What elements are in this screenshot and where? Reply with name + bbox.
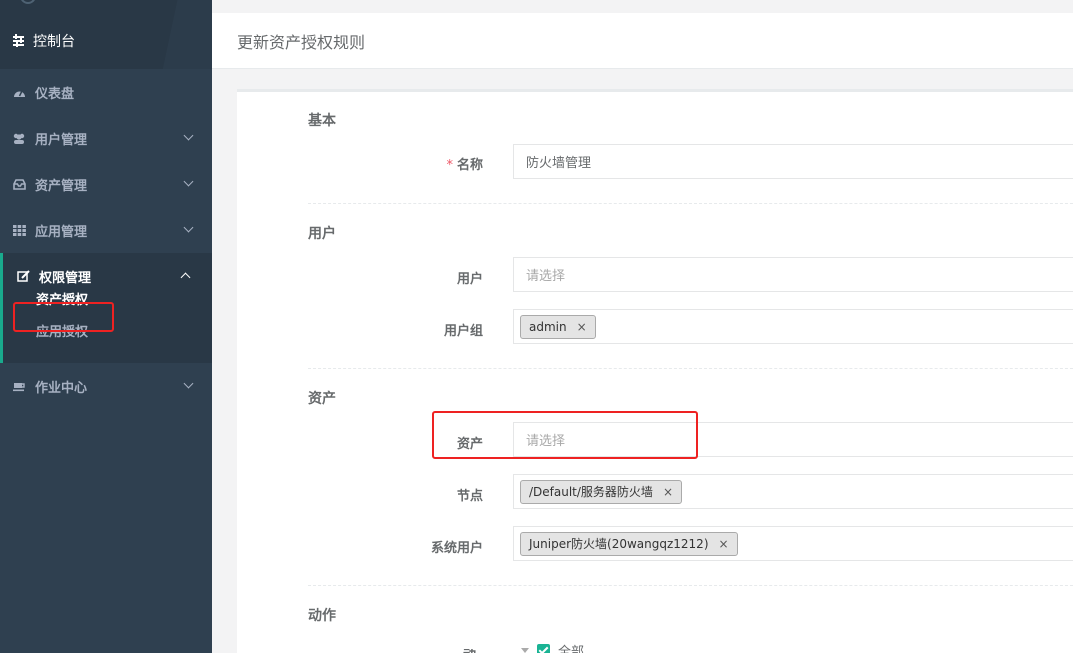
caret-down-icon[interactable] [521,648,529,653]
checkbox-all[interactable] [537,644,550,653]
assets-label: 资产 [456,437,483,452]
sidebar-item-assets[interactable]: 资产管理 [0,161,212,207]
actions-tree: 全部 [521,641,584,653]
section-divider [308,368,1073,369]
section-divider [308,203,1073,204]
name-input[interactable]: 防火墙管理 [513,144,1073,179]
tag-remove-icon[interactable]: × [577,320,587,334]
users-icon [12,132,26,144]
section-title-basic: 基本 [308,113,336,129]
sidebar-item-jobs[interactable]: 作业中心 [0,363,212,409]
chevron-down-icon [183,222,194,233]
actions-label: 动作 [463,649,483,653]
sidebar-subitem-app-permission[interactable]: 应用授权 [3,321,212,345]
section-divider [308,585,1073,586]
sidebar-submenu: 资产授权 应用授权 [3,289,212,363]
chevron-down-icon [183,378,194,389]
edit-icon [16,270,30,282]
sidebar-item-dashboard[interactable]: 仪表盘 [0,69,212,115]
sidebar-item-label: 用户管理 [35,132,88,148]
coffee-icon [12,380,26,392]
user-groups-label: 用户组 [443,324,483,339]
selected-tag: /Default/服务器防火墙 × [520,479,682,504]
logo-icon [20,0,36,4]
sidebar-item-users[interactable]: 用户管理 [0,115,212,161]
form-panel: 基本 * 名称 防火墙管理 用户 用户 请选择 用户组 admin × 资产 资产 … [237,89,1073,653]
sidebar-item-applications[interactable]: 应用管理 [0,207,212,253]
section-title-user: 用户 [308,226,336,242]
user-groups-select[interactable]: admin × [513,309,1073,344]
tachometer-icon [12,86,26,98]
sidebar-item-label: 应用管理 [35,224,88,240]
console-link[interactable]: 控制台 [12,31,75,51]
selected-tag: Juniper防火墙(20wangqz1212) × [520,531,738,556]
sidebar-item-label: 仪表盘 [35,86,75,102]
system-users-label: 系统用户 [430,541,483,556]
name-label: * 名称 [446,158,483,173]
tag-remove-icon[interactable]: × [719,537,729,551]
users-label: 用户 [456,272,483,287]
chevron-up-icon [180,272,191,283]
header-decoration [160,0,212,69]
grid-icon [12,224,26,236]
tag-remove-icon[interactable]: × [663,485,673,499]
page-title: 更新资产授权规则 [237,33,366,52]
system-users-select[interactable]: Juniper防火墙(20wangqz1212) × [513,526,1073,561]
console-label: 控制台 [33,34,75,50]
nodes-label: 节点 [456,489,483,504]
sidebar-item-label: 作业中心 [35,380,88,396]
section-title-action: 动作 [308,608,336,624]
sidebar-item-label: 资产管理 [35,178,88,194]
page-header: 更新资产授权规则 [212,13,1073,69]
inbox-icon [12,178,26,190]
sidebar-item-permissions[interactable]: 权限管理 [3,253,212,299]
sidebar-group-permissions: 权限管理 资产授权 应用授权 [0,253,212,363]
chevron-down-icon [183,176,194,187]
sidebar: 控制台 仪表盘 用户管理 资产管理 应用管理 权限管理 资产授权 应用授权 作业… [0,0,212,653]
selected-tag: admin × [520,314,596,339]
sidebar-item-label: 权限管理 [39,270,92,286]
nodes-select[interactable]: /Default/服务器防火墙 × [513,474,1073,509]
assets-select[interactable]: 请选择 [513,422,1073,457]
sliders-icon [12,34,26,48]
users-select[interactable]: 请选择 [513,257,1073,292]
sidebar-nav: 仪表盘 用户管理 资产管理 应用管理 权限管理 资产授权 应用授权 作业中心 [0,69,212,409]
section-title-asset: 资产 [308,391,336,407]
chevron-down-icon [183,130,194,141]
sidebar-header: 控制台 [0,0,212,69]
checkbox-all-label: 全部 [558,645,585,653]
